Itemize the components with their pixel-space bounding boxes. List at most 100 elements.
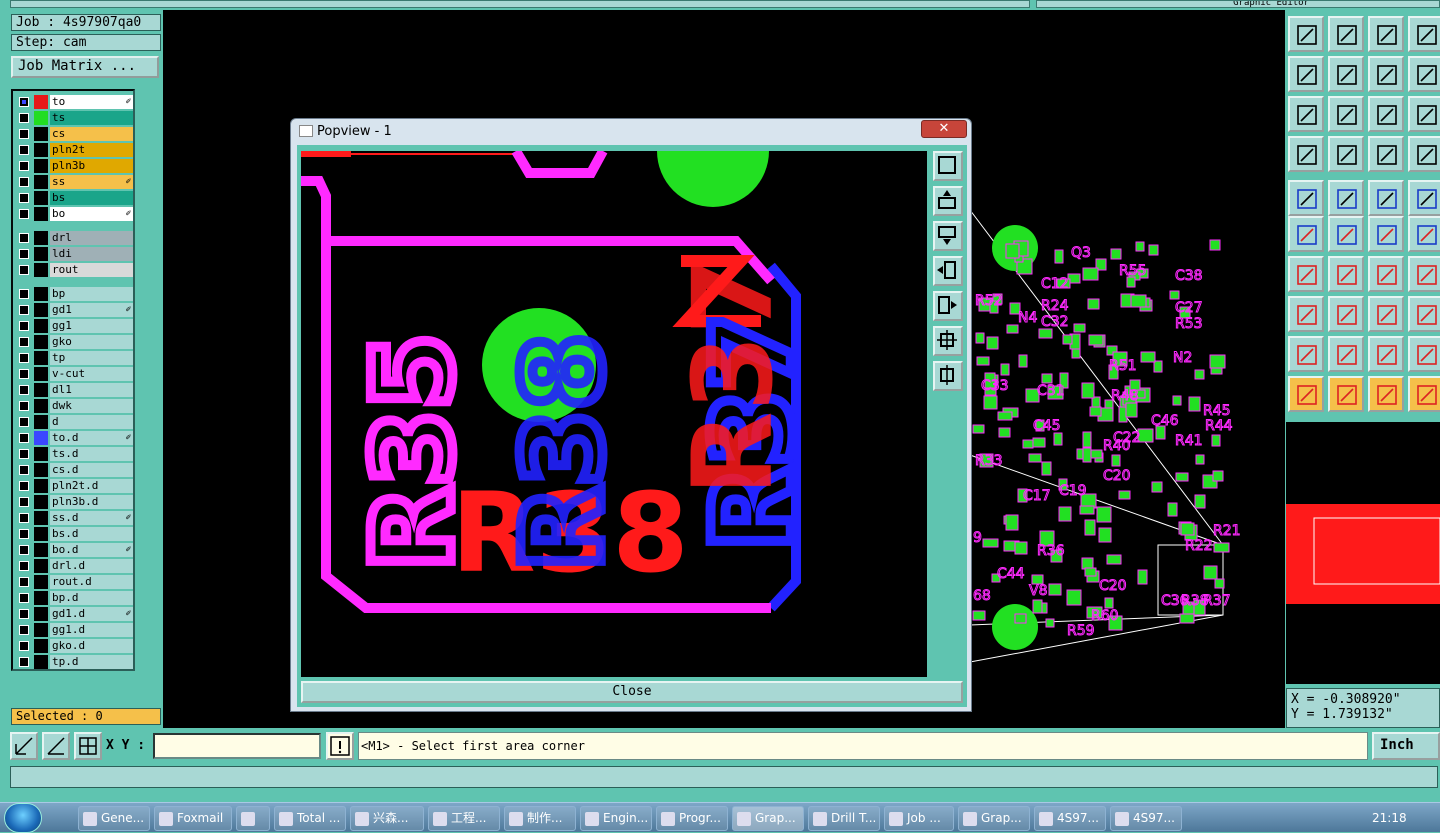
measure-button[interactable] <box>1288 136 1324 172</box>
arc-button[interactable] <box>1368 256 1404 292</box>
layer-row[interactable]: to ✐ <box>17 95 135 109</box>
layer-checkbox[interactable] <box>19 385 29 395</box>
popview-zoom-out-button[interactable] <box>933 361 963 391</box>
slash-button[interactable] <box>1328 180 1364 216</box>
xy-input[interactable] <box>153 733 321 759</box>
layer-checkbox[interactable] <box>19 513 29 523</box>
scale-1-2-button[interactable] <box>1368 96 1404 132</box>
point-box-button[interactable] <box>1288 296 1324 332</box>
popview-zoom-in-button[interactable] <box>933 326 963 356</box>
layer-checkbox[interactable] <box>19 129 29 139</box>
layer-row[interactable]: cs.d <box>17 463 135 477</box>
layer-checkbox[interactable] <box>19 353 29 363</box>
layer-row[interactable]: rout <box>17 263 135 277</box>
layer-checkbox[interactable] <box>19 657 29 667</box>
taskbar-item[interactable]: 4S97... <box>1034 806 1106 831</box>
undo-rotate-button[interactable] <box>1368 56 1404 92</box>
popview-canvas[interactable]: R35 R38 R37 R38 R37 <box>301 151 927 677</box>
popview-pan-up-button[interactable] <box>933 186 963 216</box>
taskbar-item[interactable]: Job ... <box>884 806 954 831</box>
taskbar-item[interactable]: Progr... <box>656 806 728 831</box>
layer-row[interactable]: drl <box>17 231 135 245</box>
layer-row[interactable]: gg1.d <box>17 623 135 637</box>
measure-button[interactable] <box>42 732 70 760</box>
window-close-button[interactable]: ✕ <box>921 120 967 138</box>
taskbar-item[interactable]: Total ... <box>274 806 346 831</box>
start-button[interactable] <box>4 803 42 833</box>
layer-row[interactable]: dwk <box>17 399 135 413</box>
layer-checkbox[interactable] <box>19 337 29 347</box>
layer-row[interactable]: drl.d <box>17 559 135 573</box>
help-button[interactable] <box>1408 96 1440 132</box>
layer-row[interactable]: to.d ✐ <box>17 431 135 445</box>
zoom-center-button[interactable] <box>1328 96 1364 132</box>
layer-checkbox[interactable] <box>19 209 29 219</box>
layer-row[interactable]: pln3b <box>17 159 135 173</box>
layer-checkbox[interactable] <box>19 145 29 155</box>
layer-row[interactable]: gg1 <box>17 319 135 333</box>
net-highlight-button[interactable] <box>1408 136 1440 172</box>
arrow-c-button[interactable] <box>1408 336 1440 372</box>
layer-checkbox[interactable] <box>19 233 29 243</box>
layer-checkbox[interactable] <box>19 529 29 539</box>
layer-checkbox[interactable] <box>19 161 29 171</box>
mini-map[interactable] <box>1286 422 1440 684</box>
layer-checkbox[interactable] <box>19 561 29 571</box>
layer-checkbox[interactable] <box>19 577 29 587</box>
move-left-button[interactable] <box>1288 56 1324 92</box>
unit-selector[interactable]: Inch <box>1372 732 1440 760</box>
layer-row[interactable]: bo ✐ <box>17 207 135 221</box>
arrow-a-button[interactable] <box>1328 336 1364 372</box>
popview-pan-down-button[interactable] <box>933 221 963 251</box>
popview-pan-right-button[interactable] <box>933 291 963 321</box>
layer-row[interactable]: gko <box>17 335 135 349</box>
taskbar-item[interactable]: Grap... <box>732 806 804 831</box>
move-right-button[interactable] <box>1328 56 1364 92</box>
layer-row[interactable]: d <box>17 415 135 429</box>
alert-button[interactable] <box>326 732 354 760</box>
layer-checkbox[interactable] <box>19 481 29 491</box>
layer-row[interactable]: bs.d <box>17 527 135 541</box>
layer-checkbox[interactable] <box>19 641 29 651</box>
angle-button[interactable] <box>1288 256 1324 292</box>
layer-row[interactable]: cs <box>17 127 135 141</box>
layer-row[interactable]: pln2t.d <box>17 479 135 493</box>
layer-checkbox[interactable] <box>19 289 29 299</box>
pointer-button[interactable] <box>1288 376 1324 412</box>
layer-row[interactable]: bp.d <box>17 591 135 605</box>
layer-row[interactable]: tp <box>17 351 135 365</box>
popview-pan-left-button[interactable] <box>933 256 963 286</box>
layer-row[interactable]: gd1 ✐ <box>17 303 135 317</box>
layer-checkbox[interactable] <box>19 465 29 475</box>
taskbar-item[interactable]: 制作... <box>504 806 576 831</box>
layer-checkbox[interactable] <box>19 193 29 203</box>
grid-button[interactable] <box>74 732 102 760</box>
layer-checkbox[interactable] <box>19 265 29 275</box>
line-point-2-button[interactable] <box>1408 216 1440 252</box>
layer-row[interactable]: dl1 <box>17 383 135 397</box>
horizontal-button[interactable] <box>1328 296 1364 332</box>
layer-row[interactable]: ts.d <box>17 447 135 461</box>
pointer-3-button[interactable] <box>1368 376 1404 412</box>
pointer-2-button[interactable] <box>1328 376 1364 412</box>
layer-checkbox[interactable] <box>19 433 29 443</box>
line-point-button[interactable] <box>1368 216 1404 252</box>
node-button[interactable] <box>1288 216 1324 252</box>
layer-row[interactable]: bs <box>17 191 135 205</box>
layer-checkbox[interactable] <box>19 449 29 459</box>
layer-checkbox[interactable] <box>19 593 29 603</box>
taskbar-item[interactable]: Gene... <box>78 806 150 831</box>
taskbar-item[interactable]: 兴森... <box>350 806 424 831</box>
move-up-button[interactable] <box>1288 16 1324 52</box>
layer-checkbox[interactable] <box>19 401 29 411</box>
layer-checkbox[interactable] <box>19 545 29 555</box>
layer-row[interactable]: v-cut <box>17 367 135 381</box>
layer-row[interactable]: ss.d ✐ <box>17 511 135 525</box>
taskbar-item[interactable] <box>236 806 270 831</box>
split-button[interactable] <box>1408 16 1440 52</box>
grid-button[interactable] <box>1328 136 1364 172</box>
arrow-b-button[interactable] <box>1368 336 1404 372</box>
layer-row[interactable]: bp <box>17 287 135 301</box>
pad-dot-button[interactable] <box>1288 180 1324 216</box>
layer-checkbox[interactable] <box>19 177 29 187</box>
